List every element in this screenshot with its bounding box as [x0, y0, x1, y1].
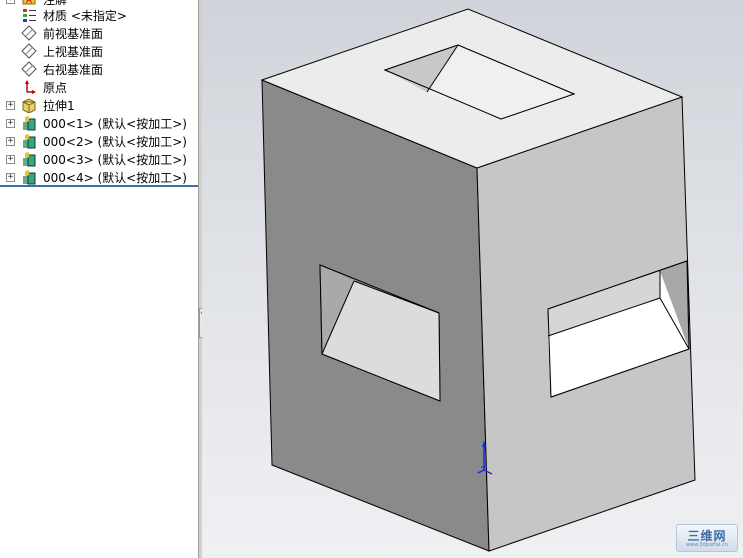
extrude-icon: [22, 98, 36, 113]
tree-item-label: 000<4> (默认<按加工>): [43, 170, 187, 185]
tree-item-origin[interactable]: 原点: [0, 78, 198, 96]
tree-item-component-2[interactable]: + 000<2> (默认<按加工>): [0, 132, 198, 150]
expand-toggle[interactable]: +: [6, 136, 15, 146]
expand-toggle[interactable]: +: [6, 154, 15, 164]
tree-item-material[interactable]: 材质 <未指定>: [0, 6, 198, 24]
tree-item-label: 000<3> (默认<按加工>): [43, 152, 187, 167]
tree-item-component-1[interactable]: + 000<1> (默认<按加工>): [0, 114, 198, 132]
plane-icon: [21, 43, 37, 59]
part-icon: [23, 170, 36, 185]
graphics-viewport[interactable]: [202, 0, 743, 558]
tree-item-label: 拉伸1: [43, 98, 75, 113]
tree-item-label: 000<2> (默认<按加工>): [43, 134, 187, 149]
tree-item-label: 前视基准面: [43, 26, 104, 41]
tree-item-label: 原点: [43, 80, 68, 95]
rollback-bar[interactable]: [0, 185, 198, 187]
plane-icon: [21, 25, 37, 41]
tree-item-label: 材质 <未指定>: [43, 8, 127, 23]
tree-item-right-plane[interactable]: 右视基准面: [0, 60, 198, 78]
expand-toggle[interactable]: +: [6, 172, 15, 182]
plane-icon: [21, 61, 37, 77]
part-icon: [23, 134, 36, 149]
material-icon: [23, 9, 36, 22]
part-icon: [23, 152, 36, 167]
site-watermark-logo: 三维网 www.3dportal.cn: [676, 524, 738, 552]
tree-item-label: 右视基准面: [43, 62, 104, 77]
tree-item-extrude1[interactable]: + 拉伸1: [0, 96, 198, 114]
tree-item-label: 000<1> (默认<按加工>): [43, 116, 187, 131]
tree-item-component-4[interactable]: + 000<4> (默认<按加工>): [0, 168, 198, 186]
expand-toggle[interactable]: +: [6, 0, 15, 4]
3d-model-block: [260, 8, 696, 552]
part-icon: [23, 116, 36, 131]
origin-icon: [25, 80, 36, 94]
feature-manager-tree: + A 注解 材质 <未指定> 前视基准面 上视基准面 右视基准面 原点 + 拉…: [0, 0, 200, 558]
tree-item-label: 上视基准面: [43, 44, 104, 59]
tree-item-front-plane[interactable]: 前视基准面: [0, 24, 198, 42]
expand-toggle[interactable]: +: [6, 118, 15, 128]
watermark-url: www.3dportal.cn: [686, 542, 728, 548]
tree-item-top-plane[interactable]: 上视基准面: [0, 42, 198, 60]
tree-item-component-3[interactable]: + 000<3> (默认<按加工>): [0, 150, 198, 168]
expand-toggle[interactable]: +: [6, 100, 15, 110]
